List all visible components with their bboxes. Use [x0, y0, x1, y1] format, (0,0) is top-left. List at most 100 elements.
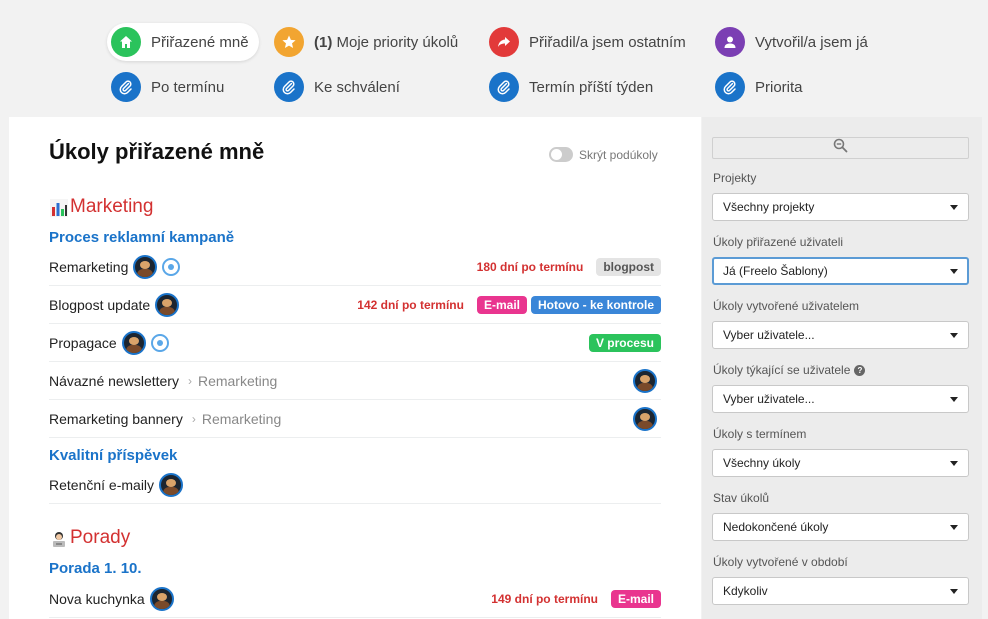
task-name[interactable]: Remarketing bannery [49, 411, 183, 427]
task-name[interactable]: Retenční e-maily [49, 477, 154, 493]
deadline-select[interactable]: Všechny úkoly [712, 449, 969, 477]
hide-subtasks-toggle[interactable]: Skrýt podúkoly [549, 147, 658, 162]
period-select[interactable]: Kdykoliv [712, 577, 969, 605]
overdue-label: 149 dní po termínu [491, 591, 598, 606]
focus-target-icon[interactable] [150, 333, 169, 352]
related-user-select[interactable]: Vyber uživatele... [712, 385, 969, 413]
avatar[interactable] [633, 368, 657, 393]
search-toggle-button[interactable] [712, 137, 969, 159]
avatar[interactable] [159, 472, 184, 497]
task-row[interactable]: Nova kuchynka 149 dní po termínu E-mail [49, 580, 661, 618]
select-value: Vyber uživatele... [723, 392, 815, 406]
user-icon [715, 27, 745, 57]
task-row[interactable]: Blogpost update 142 dní po termínu E-mai… [49, 286, 661, 324]
filter-label: Vytvořil/a jsem já [755, 33, 868, 51]
task-name[interactable]: Blogpost update [49, 297, 150, 313]
task-panel: Úkoly přiřazené mně Skrýt podúkoly Marke… [9, 117, 701, 619]
filter-label-text: Úkoly týkající se uživatele [713, 363, 851, 377]
filter-deadline-label: Úkoly s termínem [713, 427, 807, 441]
filter-projects-label: Projekty [713, 171, 757, 185]
toggle-switch[interactable] [549, 147, 573, 162]
filter-assigned-to-others[interactable]: Přiřadil/a jsem ostatním [485, 23, 696, 61]
project-heading-marketing[interactable]: Marketing [49, 196, 153, 218]
caret-down-icon [950, 332, 958, 338]
tag-label[interactable]: V procesu [588, 333, 661, 352]
filter-label: Ke schválení [314, 78, 400, 96]
task-name[interactable]: Návazné newslettery [49, 373, 179, 389]
zoom-out-icon [833, 138, 848, 158]
caret-down-icon [950, 460, 958, 466]
filter-assigned-to-me[interactable]: Přiřazené mně [107, 23, 259, 61]
filter-label: Po termínu [151, 78, 225, 96]
projects-select[interactable]: Všechny projekty [712, 193, 969, 221]
task-list-title[interactable]: Proces reklamní kampaně [49, 229, 234, 246]
filter-status-label: Stav úkolů [713, 491, 770, 505]
paperclip-icon [715, 72, 745, 102]
select-value: Všechny úkoly [723, 456, 801, 470]
filter-to-approve[interactable]: Ke schválení [270, 68, 410, 106]
filter-priority[interactable]: Priorita [711, 68, 813, 106]
project-heading-porady[interactable]: Porady [49, 527, 130, 549]
toggle-label: Skrýt podúkoly [579, 147, 658, 162]
paperclip-icon [489, 72, 519, 102]
chevron-right-icon: › [187, 373, 192, 388]
home-icon [111, 27, 141, 57]
tag-label[interactable]: blogpost [596, 257, 661, 276]
avatar[interactable] [155, 292, 180, 317]
tag-label[interactable]: Hotovo - ke kontrole [530, 295, 661, 314]
avatar[interactable] [633, 406, 657, 431]
caret-down-icon [950, 268, 958, 274]
task-name[interactable]: Propagace [49, 335, 117, 351]
task-list-title[interactable]: Porada 1. 10. [49, 560, 142, 577]
status-select[interactable]: Nedokončené úkoly [712, 513, 969, 541]
filter-my-priorities[interactable]: (1) Moje priority úkolů [270, 23, 468, 61]
task-row[interactable]: Retenční e-maily [49, 466, 661, 504]
avatar[interactable] [121, 330, 146, 355]
filter-chips: Přiřazené mně (1) Moje priority úkolů Př… [0, 0, 988, 116]
task-row[interactable]: Propagace V procesu [49, 324, 661, 362]
chevron-right-icon: › [191, 411, 196, 426]
person-at-laptop-icon [49, 528, 69, 548]
parent-task-link[interactable]: Remarketing [198, 373, 277, 389]
filter-overdue[interactable]: Po termínu [107, 68, 234, 106]
avatar[interactable] [149, 586, 174, 611]
filter-label: Přiřadil/a jsem ostatním [529, 33, 686, 51]
task-row[interactable]: Remarketing 180 dní po termínu blogpost [49, 248, 661, 286]
help-icon[interactable]: ? [854, 364, 866, 376]
chart-icon [49, 197, 69, 217]
filter-assigned-user-label: Úkoly přiřazené uživateli [713, 235, 844, 249]
task-row[interactable]: Návazné newslettery › Remarketing [49, 362, 661, 400]
select-value: Všechny projekty [723, 200, 815, 214]
select-value: Nedokončené úkoly [723, 520, 829, 534]
filter-due-next-week[interactable]: Termín příští týden [485, 68, 663, 106]
filter-sidebar: Projekty Všechny projekty Úkoly přiřazen… [702, 117, 982, 619]
task-row[interactable]: Remarketing bannery › Remarketing [49, 400, 661, 438]
focus-target-icon[interactable] [162, 257, 181, 276]
task-list-title[interactable]: Kvalitní příspěvek [49, 447, 177, 464]
filter-related-user-label: Úkoly týkající se uživatele ? [713, 363, 866, 377]
filter-label: Termín příští týden [529, 78, 654, 96]
select-value: Vyber uživatele... [723, 328, 815, 342]
project-name: Porady [70, 527, 131, 548]
filter-created-by-label: Úkoly vytvořené uživatelem [713, 299, 860, 313]
page-title: Úkoly přiřazené mně [49, 139, 265, 164]
filter-label: Priorita [755, 78, 803, 96]
select-value: Já (Freelo Šablony) [723, 264, 828, 278]
filter-label: Přiřazené mně [151, 33, 249, 51]
overdue-label: 142 dní po termínu [357, 297, 464, 312]
tag-label[interactable]: E-mail [476, 295, 527, 314]
caret-down-icon [950, 588, 958, 594]
caret-down-icon [950, 396, 958, 402]
created-by-select[interactable]: Vyber uživatele... [712, 321, 969, 349]
paperclip-icon [111, 72, 141, 102]
assigned-user-select[interactable]: Já (Freelo Šablony) [712, 257, 969, 285]
parent-task-link[interactable]: Remarketing [202, 411, 281, 427]
filter-label: Moje priority úkolů [336, 33, 459, 51]
avatar[interactable] [133, 254, 158, 279]
overdue-label: 180 dní po termínu [476, 259, 584, 274]
task-name[interactable]: Nova kuchynka [49, 591, 145, 607]
tag-label[interactable]: E-mail [610, 589, 661, 608]
caret-down-icon [950, 204, 958, 210]
filter-created-by-me[interactable]: Vytvořil/a jsem já [711, 23, 878, 61]
task-name[interactable]: Remarketing [49, 259, 128, 275]
